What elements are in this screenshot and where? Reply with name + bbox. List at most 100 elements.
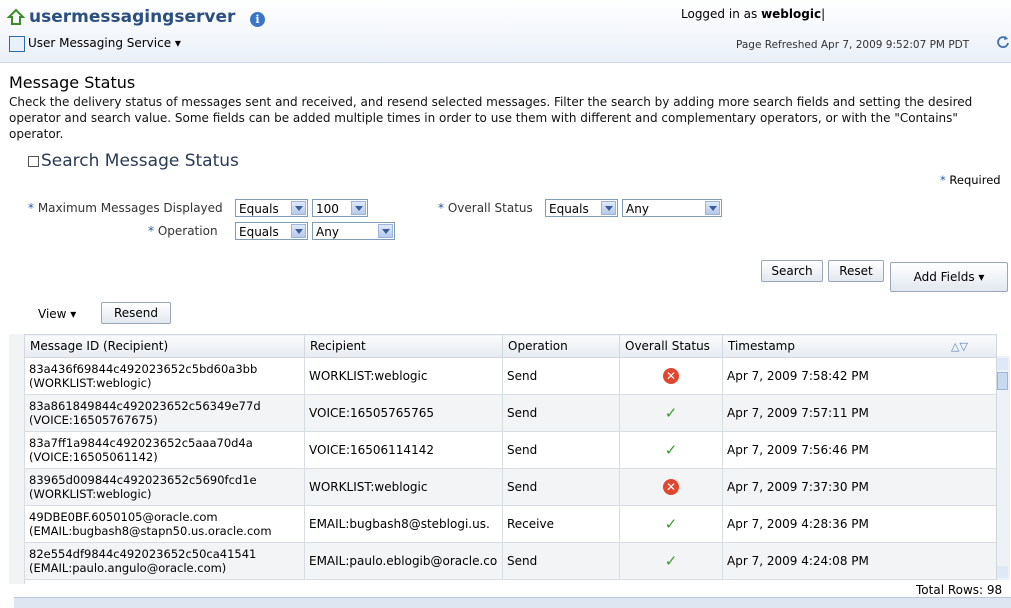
message-id: 83a861849844c492023652c56349e77d	[29, 399, 261, 413]
table-row[interactable]: 83a436f69844c492023652c5bd60a3bb (WORKLIS…	[24, 357, 997, 395]
required-note: * Required	[940, 173, 1001, 187]
view-menu[interactable]: View ▾	[38, 307, 76, 321]
scroll-thumb[interactable]	[997, 372, 1008, 390]
message-id: 83a436f69844c492023652c5bd60a3bb	[29, 362, 258, 376]
timestamp-cell: Apr 7, 2009 7:57:11 PM	[722, 394, 997, 432]
recipient-cell: VOICE:16505765765	[304, 394, 503, 432]
column-header-overall-status[interactable]: Overall Status	[619, 334, 723, 358]
message-id-cell: 49DBE0BF.6050105@oracle.com (EMAIL:bugbas…	[24, 505, 305, 543]
message-id-cell: 82e554df9844c492023652c50ca41541 (EMAIL:p…	[24, 542, 305, 580]
message-id-cell: 83a436f69844c492023652c5bd60a3bb (WORKLIS…	[24, 357, 305, 395]
recipient-cell: WORKLIST:weblogic	[304, 357, 503, 395]
target-navigation-icon	[9, 36, 25, 52]
recipient-cell: VOICE:16506114142	[304, 431, 503, 469]
chevron-down-icon[interactable]	[378, 224, 393, 238]
login-user[interactable]: weblogic	[761, 7, 821, 21]
overall-status-operator-select[interactable]: Equals	[545, 199, 618, 217]
operation-cell: Send	[502, 394, 620, 432]
status-cell: ✓	[619, 505, 723, 543]
chevron-down-icon[interactable]	[291, 201, 306, 215]
timestamp-cell: Apr 7, 2009 4:28:36 PM	[722, 505, 997, 543]
message-id: 49DBE0BF.6050105@oracle.com	[29, 510, 218, 524]
message-id-cell: 83a861849844c492023652c56349e77d (VOICE:1…	[24, 394, 305, 432]
message-status-table: Message ID (Recipient) Recipient Operati…	[24, 334, 997, 580]
table-row[interactable]: 49DBE0BF.6050105@oracle.com (EMAIL:bugbas…	[24, 505, 997, 543]
page-title: Message Status	[9, 73, 136, 92]
message-recipient-ref: (WORKLIST:weblogic)	[29, 376, 152, 390]
message-recipient-ref: (EMAIL:paulo.angulo@oracle.com)	[29, 561, 227, 575]
status-cell: ✕	[619, 357, 723, 395]
operation-operator-select[interactable]: Equals	[235, 222, 308, 240]
timestamp-cell: Apr 7, 2009 4:24:08 PM	[722, 542, 997, 580]
message-recipient-ref: (VOICE:16505061142)	[29, 450, 158, 464]
sort-icon[interactable]: △▽	[951, 340, 968, 353]
timestamp-cell: Apr 7, 2009 7:37:30 PM	[722, 468, 997, 506]
app-title: usermessagingserver	[29, 7, 236, 27]
table-row[interactable]: 83a7ff1a9844c492023652c5aaa70d4a (VOICE:1…	[24, 431, 997, 469]
page-refresh-text: Page Refreshed Apr 7, 2009 9:52:07 PM PD…	[736, 39, 970, 51]
chevron-down-icon[interactable]	[351, 201, 366, 215]
reset-button[interactable]: Reset	[828, 260, 884, 282]
max-messages-label: * Maximum Messages Displayed	[28, 201, 223, 215]
resend-button[interactable]: Resend	[101, 302, 171, 324]
status-cell: ✓	[619, 431, 723, 469]
info-icon[interactable]: i	[250, 12, 265, 27]
table-row[interactable]: 83965d009844c492023652c5690fcd1e (WORKLIS…	[24, 468, 997, 506]
status-cell: ✕	[619, 468, 723, 506]
chevron-down-icon[interactable]	[705, 201, 720, 215]
table-row[interactable]: 83a861849844c492023652c56349e77d (VOICE:1…	[24, 394, 997, 432]
message-recipient-ref: (EMAIL:bugbash8@stapn50.us.oracle.com	[29, 524, 272, 538]
timestamp-cell: Apr 7, 2009 7:58:42 PM	[722, 357, 997, 395]
add-fields-button[interactable]: Add Fields ▾	[890, 262, 1008, 292]
overall-status-value-select[interactable]: Any	[622, 199, 722, 217]
search-button[interactable]: Search	[761, 260, 823, 282]
message-recipient-ref: (VOICE:16505767675)	[29, 413, 158, 427]
column-header-operation[interactable]: Operation	[502, 334, 620, 358]
total-rows: Total Rows: 98	[916, 583, 1003, 597]
checkmark-icon: ✓	[664, 441, 678, 459]
message-id-cell: 83965d009844c492023652c5690fcd1e (WORKLIS…	[24, 468, 305, 506]
target-menu[interactable]: User Messaging Service ▾	[28, 36, 181, 50]
row-selector-rail	[9, 334, 25, 584]
recipient-cell: EMAIL:paulo.eblogib@oracle.co	[304, 542, 503, 580]
status-cell: ✓	[619, 394, 723, 432]
operation-value-select[interactable]: Any	[312, 222, 395, 240]
overall-status-label: * Overall Status	[438, 201, 533, 215]
timestamp-cell: Apr 7, 2009 7:56:46 PM	[722, 431, 997, 469]
horizontal-scrollbar[interactable]	[14, 597, 1011, 608]
scroll-up-icon[interactable]	[997, 358, 1008, 370]
status-cell: ✓	[619, 542, 723, 580]
checkmark-icon: ✓	[664, 404, 678, 422]
message-id: 83a7ff1a9844c492023652c5aaa70d4a	[29, 436, 253, 450]
table-row[interactable]: 82e554df9844c492023652c50ca41541 (EMAIL:p…	[24, 542, 997, 580]
message-id: 83965d009844c492023652c5690fcd1e	[29, 473, 257, 487]
max-messages-operator-select[interactable]: Equals	[235, 199, 308, 217]
home-icon[interactable]	[7, 8, 25, 26]
error-icon: ✕	[663, 479, 679, 495]
refresh-icon[interactable]	[996, 35, 1010, 49]
operation-cell: Send	[502, 431, 620, 469]
login-status: Logged in as weblogic|	[681, 7, 826, 21]
login-prefix: Logged in as	[681, 7, 758, 21]
search-section-header[interactable]: Search Message Status	[41, 151, 239, 171]
message-recipient-ref: (WORKLIST:weblogic)	[29, 487, 152, 501]
checkmark-icon: ✓	[664, 552, 678, 570]
page-description: Check the delivery status of messages se…	[9, 95, 973, 141]
max-messages-value-select[interactable]: 100	[312, 199, 368, 217]
collapse-icon[interactable]	[28, 156, 39, 167]
table-header-row: Message ID (Recipient) Recipient Operati…	[24, 334, 997, 358]
recipient-cell: EMAIL:bugbash8@steblogi.us.	[304, 505, 503, 543]
chevron-down-icon[interactable]	[291, 224, 306, 238]
message-id: 82e554df9844c492023652c50ca41541	[29, 547, 257, 561]
error-icon: ✕	[663, 368, 679, 384]
chevron-down-icon[interactable]	[601, 201, 616, 215]
scroll-down-icon[interactable]	[997, 566, 1008, 578]
recipient-cell: WORKLIST:weblogic	[304, 468, 503, 506]
column-header-message-id[interactable]: Message ID (Recipient)	[24, 334, 305, 358]
operation-label: * Operation	[148, 224, 218, 238]
checkmark-icon: ✓	[664, 515, 678, 533]
operation-cell: Send	[502, 357, 620, 395]
operation-cell: Send	[502, 542, 620, 580]
operation-cell: Send	[502, 468, 620, 506]
column-header-recipient[interactable]: Recipient	[304, 334, 503, 358]
